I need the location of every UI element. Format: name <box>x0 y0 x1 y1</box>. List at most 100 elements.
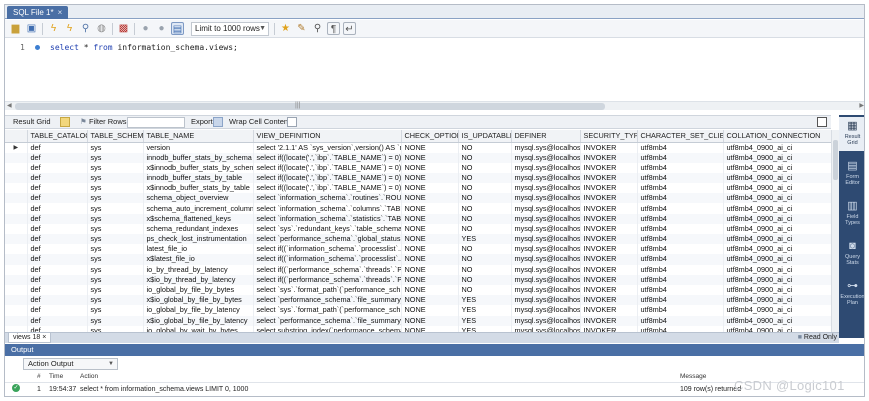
row-marker[interactable] <box>5 193 28 204</box>
table-cell[interactable]: utf8mb4 <box>637 162 724 173</box>
table-cell[interactable]: select if((`information_schema`.`process… <box>253 244 402 255</box>
table-cell[interactable]: NO <box>458 162 512 173</box>
table-cell[interactable]: utf8mb4 <box>637 142 724 153</box>
table-cell[interactable]: NO <box>458 152 512 163</box>
scroll-right-icon[interactable]: ▶ <box>859 102 864 111</box>
table-cell[interactable]: utf8mb4 <box>637 152 724 163</box>
table-cell[interactable]: utf8mb4_0900_ai_ci <box>723 295 831 306</box>
table-cell[interactable]: NO <box>458 183 512 194</box>
table-cell[interactable]: mysql.sys@localhost <box>511 162 581 173</box>
table-cell[interactable]: INVOKER <box>580 264 638 275</box>
table-cell[interactable]: x$innodb_buffer_stats_by_table <box>143 183 254 194</box>
table-row[interactable]: def sys x$innodb_buffer_stats_by_table sele… <box>5 183 831 194</box>
table-cell[interactable]: INVOKER <box>580 183 638 194</box>
table-cell[interactable]: mysql.sys@localhost <box>511 203 581 214</box>
table-cell[interactable]: sys <box>87 152 144 163</box>
column-header[interactable]: CHARACTER_SET_CLIENT <box>637 130 724 143</box>
table-cell[interactable]: utf8mb4_0900_ai_ci <box>723 183 831 194</box>
table-cell[interactable]: INVOKER <box>580 295 638 306</box>
table-cell[interactable]: NO <box>458 264 512 275</box>
table-cell[interactable]: utf8mb4 <box>637 305 724 316</box>
rollback-icon[interactable]: ● <box>155 22 168 35</box>
row-marker[interactable] <box>5 284 28 296</box>
column-header[interactable]: SECURITY_TYPE <box>580 130 638 143</box>
toggle-panel-icon[interactable] <box>817 117 827 127</box>
table-cell[interactable]: utf8mb4 <box>637 223 724 234</box>
table-cell[interactable]: NONE <box>401 264 459 275</box>
result-grid-label[interactable]: Result Grid <box>13 116 51 128</box>
toggle-icon[interactable]: ▩ <box>117 22 130 35</box>
table-cell[interactable]: select `information_schema`.`columns`.`T… <box>253 203 402 214</box>
table-cell[interactable]: NO <box>458 223 512 234</box>
table-cell[interactable]: utf8mb4 <box>637 234 724 245</box>
table-cell[interactable]: utf8mb4 <box>637 213 724 224</box>
table-cell[interactable]: utf8mb4 <box>637 203 724 214</box>
table-cell[interactable]: INVOKER <box>580 203 638 214</box>
table-cell[interactable]: NONE <box>401 213 459 224</box>
table-cell[interactable]: mysql.sys@localhost <box>511 183 581 194</box>
table-cell[interactable]: INVOKER <box>580 244 638 255</box>
row-marker[interactable] <box>5 172 28 184</box>
table-row[interactable]: def sys ps_check_lost_instrumentation selec… <box>5 234 831 245</box>
table-cell[interactable]: INVOKER <box>580 315 638 326</box>
save-icon[interactable]: ▣ <box>25 22 38 35</box>
table-cell[interactable]: YES <box>458 315 512 326</box>
table-cell[interactable]: utf8mb4 <box>637 183 724 194</box>
table-cell[interactable]: utf8mb4_0900_ai_ci <box>723 315 831 326</box>
table-cell[interactable]: sys <box>87 223 144 234</box>
side-query-stats[interactable]: ◙ Query Stats <box>839 237 864 271</box>
table-cell[interactable]: INVOKER <box>580 274 638 285</box>
table-cell[interactable]: def <box>27 284 88 296</box>
row-marker[interactable] <box>5 305 28 316</box>
table-cell[interactable]: INVOKER <box>580 152 638 163</box>
table-cell[interactable]: NONE <box>401 152 459 163</box>
row-marker[interactable] <box>5 244 28 255</box>
table-cell[interactable]: schema_object_overview <box>143 193 254 204</box>
table-cell[interactable]: NO <box>458 244 512 255</box>
table-cell[interactable]: INVOKER <box>580 223 638 234</box>
scroll-left-icon[interactable]: ◀ <box>7 102 12 111</box>
table-cell[interactable]: utf8mb4 <box>637 315 724 326</box>
table-cell[interactable]: utf8mb4 <box>637 244 724 255</box>
close-icon[interactable]: × <box>58 8 63 17</box>
table-cell[interactable]: NONE <box>401 223 459 234</box>
result-tab-views[interactable]: views 18 × <box>8 333 52 343</box>
table-cell[interactable]: utf8mb4_0900_ai_ci <box>723 223 831 234</box>
table-cell[interactable]: def <box>27 223 88 234</box>
table-cell[interactable]: sys <box>87 295 144 306</box>
table-cell[interactable]: mysql.sys@localhost <box>511 274 581 285</box>
table-cell[interactable]: utf8mb4 <box>637 172 724 184</box>
scrollbar-thumb[interactable] <box>15 103 605 110</box>
grid-options-icon[interactable] <box>60 117 70 127</box>
table-cell[interactable]: INVOKER <box>580 162 638 173</box>
table-cell[interactable]: NO <box>458 274 512 285</box>
row-marker[interactable] <box>5 315 28 326</box>
table-cell[interactable]: def <box>27 213 88 224</box>
table-cell[interactable]: sys <box>87 234 144 245</box>
table-cell[interactable]: utf8mb4 <box>637 295 724 306</box>
table-row[interactable]: def sys io_global_by_file_by_latency select… <box>5 305 831 316</box>
column-header[interactable]: IS_UPDATABLE <box>458 130 512 143</box>
row-marker[interactable] <box>5 152 28 163</box>
table-cell[interactable]: def <box>27 315 88 326</box>
table-cell[interactable]: utf8mb4_0900_ai_ci <box>723 213 831 224</box>
table-cell[interactable]: NONE <box>401 274 459 285</box>
output-type-select[interactable]: Action Output ▼ <box>23 358 118 370</box>
row-marker[interactable] <box>5 203 28 214</box>
table-cell[interactable]: select `performance_schema`.`file_summar… <box>253 315 402 326</box>
table-cell[interactable]: x$schema_flattened_keys <box>143 213 254 224</box>
explain-icon[interactable]: ⚲ <box>79 22 92 35</box>
table-cell[interactable]: select `performance_schema`.`global_stat… <box>253 234 402 245</box>
table-cell[interactable]: mysql.sys@localhost <box>511 244 581 255</box>
sql-code-line[interactable]: select * from information_schema.views; <box>50 43 238 52</box>
column-header[interactable]: COLLATION_CONNECTION <box>723 130 831 143</box>
table-row[interactable]: def sys x$schema_flattened_keys select `inf… <box>5 213 831 224</box>
table-cell[interactable]: latest_file_io <box>143 244 254 255</box>
table-cell[interactable]: mysql.sys@localhost <box>511 305 581 316</box>
table-cell[interactable]: sys <box>87 213 144 224</box>
execute-current-icon[interactable]: ϟ <box>63 22 76 35</box>
table-cell[interactable]: def <box>27 234 88 245</box>
table-cell[interactable]: mysql.sys@localhost <box>511 254 581 265</box>
table-cell[interactable]: io_by_thread_by_latency <box>143 264 254 275</box>
table-cell[interactable]: INVOKER <box>580 305 638 316</box>
